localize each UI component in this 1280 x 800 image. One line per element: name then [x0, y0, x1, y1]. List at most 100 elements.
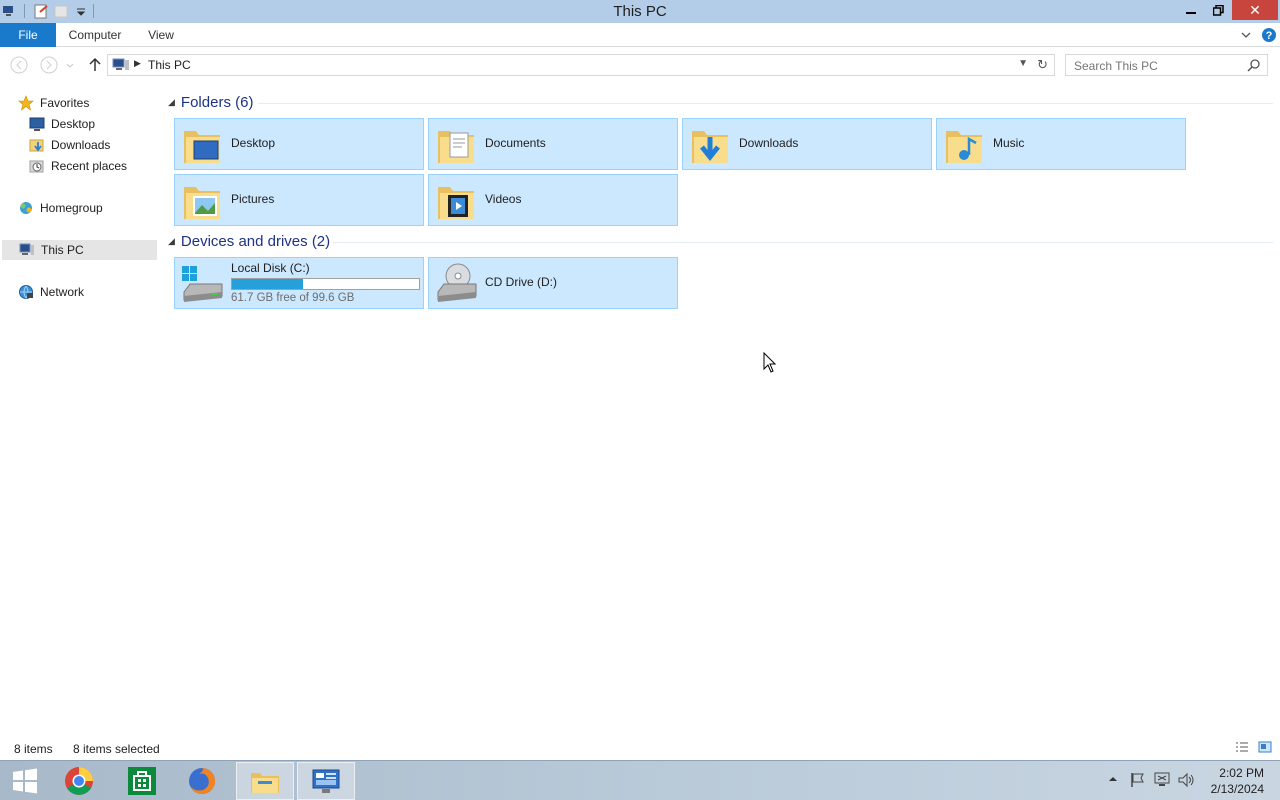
taskbar-clock[interactable]: 2:02 PM 2/13/2024: [1211, 765, 1264, 797]
details-view-icon[interactable]: [1235, 741, 1249, 756]
recent-places-icon: [29, 158, 45, 174]
cd-icon: [437, 263, 477, 302]
folder-tile-desktop[interactable]: Desktop: [174, 118, 424, 170]
downloads-folder-icon: [29, 137, 45, 153]
nav-label: Downloads: [51, 138, 111, 152]
desktop-icon: [29, 116, 45, 132]
collapse-triangle-icon[interactable]: ◢: [168, 97, 175, 108]
taskbar-server-manager[interactable]: [297, 762, 355, 800]
tab-computer[interactable]: Computer: [62, 23, 128, 47]
start-button[interactable]: [0, 762, 50, 800]
forward-button[interactable]: [38, 55, 60, 75]
taskbar-firefox[interactable]: [173, 762, 231, 800]
title-bar: This PC ✕: [0, 0, 1280, 23]
group-divider: [333, 242, 1273, 243]
minimize-button[interactable]: [1178, 0, 1204, 20]
nav-homegroup[interactable]: Homegroup: [18, 198, 103, 218]
firefox-icon: [189, 768, 215, 794]
close-icon: ✕: [1249, 1, 1261, 18]
taskbar-file-explorer[interactable]: [236, 762, 294, 800]
nav-label: Homegroup: [40, 201, 103, 215]
recent-locations-icon[interactable]: [62, 55, 78, 75]
expand-ribbon-icon[interactable]: [1240, 29, 1252, 41]
tab-view[interactable]: View: [142, 23, 180, 47]
volume-icon[interactable]: [1177, 771, 1195, 792]
action-center-flag-icon[interactable]: [1129, 771, 1147, 792]
taskbar-store[interactable]: [113, 762, 171, 800]
videos-folder-icon: [438, 187, 474, 219]
search-icon[interactable]: [1247, 58, 1261, 75]
nav-label: Recent places: [51, 159, 128, 173]
drive-tile-cd[interactable]: CD Drive (D:): [428, 257, 678, 309]
back-button[interactable]: [8, 55, 30, 75]
address-row: ▶ This PC ▼ ↻: [0, 47, 1280, 83]
refresh-icon[interactable]: ↻: [1037, 57, 1048, 73]
star-icon: [18, 95, 34, 111]
documents-folder-icon: [438, 131, 474, 163]
show-hidden-icons-icon[interactable]: [1108, 773, 1118, 787]
drive-usage-fill: [232, 279, 304, 289]
search-input[interactable]: [1074, 58, 1244, 73]
tab-file[interactable]: File: [0, 23, 56, 47]
nav-label: Favorites: [40, 96, 90, 110]
folders-group-header[interactable]: ◢ Folders (6): [168, 94, 253, 111]
collapse-triangle-icon[interactable]: ◢: [168, 236, 175, 247]
drive-name: Local Disk (C:): [231, 261, 310, 275]
large-icons-view-icon[interactable]: [1258, 741, 1272, 756]
breadcrumb-arrow-icon[interactable]: ▶: [134, 58, 141, 69]
homegroup-icon: [18, 200, 34, 216]
mouse-cursor-icon: [763, 351, 777, 377]
nav-label: Network: [40, 285, 85, 299]
windows-logo-icon: [13, 768, 37, 794]
tile-label: Pictures: [231, 192, 275, 206]
server-manager-icon: [312, 769, 340, 793]
computer-icon: [19, 242, 35, 258]
taskbar-chrome[interactable]: [50, 762, 108, 800]
restore-button[interactable]: [1205, 0, 1231, 20]
address-dropdown-icon[interactable]: ▼: [1018, 58, 1028, 69]
drive-usage-bar: [231, 278, 420, 290]
nav-downloads[interactable]: Downloads: [29, 135, 110, 155]
up-button[interactable]: [84, 55, 106, 75]
search-box[interactable]: [1065, 54, 1268, 76]
navigation-pane: Favorites Desktop Downloads Recent place…: [0, 84, 165, 734]
breadcrumb-this-pc[interactable]: This PC: [148, 58, 191, 72]
clock-date: 2/13/2024: [1210, 782, 1264, 796]
nav-favorites[interactable]: Favorites: [18, 93, 89, 113]
nav-network[interactable]: Network: [18, 282, 84, 302]
nav-this-pc[interactable]: This PC: [2, 240, 157, 260]
tile-label: Documents: [485, 136, 546, 150]
network-status-icon[interactable]: [1153, 771, 1171, 792]
address-bar[interactable]: ▶ This PC ▼ ↻: [107, 54, 1055, 76]
help-icon[interactable]: ?: [1261, 27, 1277, 43]
tile-label: Downloads: [739, 136, 799, 150]
file-explorer-icon: [251, 773, 279, 793]
store-icon: [128, 767, 156, 795]
folder-tile-documents[interactable]: Documents: [428, 118, 678, 170]
close-button[interactable]: ✕: [1232, 0, 1278, 20]
tile-label: Music: [993, 136, 1025, 150]
pictures-folder-icon: [184, 187, 220, 219]
folder-tile-videos[interactable]: Videos: [428, 174, 678, 226]
ribbon: File Computer View ?: [0, 23, 1280, 47]
folder-tile-downloads[interactable]: Downloads: [682, 118, 932, 170]
group-divider: [258, 103, 1273, 104]
desktop-folder-icon: [184, 131, 220, 163]
tile-label: CD Drive (D:): [485, 275, 557, 289]
drive-tile-local-disk[interactable]: Local Disk (C:) 61.7 GB free of 99.6 GB: [174, 257, 424, 309]
nav-label: This PC: [41, 243, 84, 257]
nav-recent-places[interactable]: Recent places: [29, 156, 127, 176]
tile-label: Videos: [485, 192, 522, 206]
devices-group-header[interactable]: ◢ Devices and drives (2): [168, 233, 330, 250]
tile-label: Desktop: [231, 136, 276, 150]
folder-tile-pictures[interactable]: Pictures: [174, 174, 424, 226]
nav-desktop[interactable]: Desktop: [29, 114, 95, 134]
music-folder-icon: [946, 131, 982, 163]
folder-tile-music[interactable]: Music: [936, 118, 1186, 170]
status-bar: 8 items 8 items selected: [0, 738, 1280, 760]
group-title: Devices and drives (2): [180, 233, 331, 250]
downloads-folder-icon: [692, 131, 728, 163]
chrome-icon: [65, 767, 93, 795]
computer-icon: [112, 58, 130, 75]
nav-label: Desktop: [51, 117, 96, 131]
